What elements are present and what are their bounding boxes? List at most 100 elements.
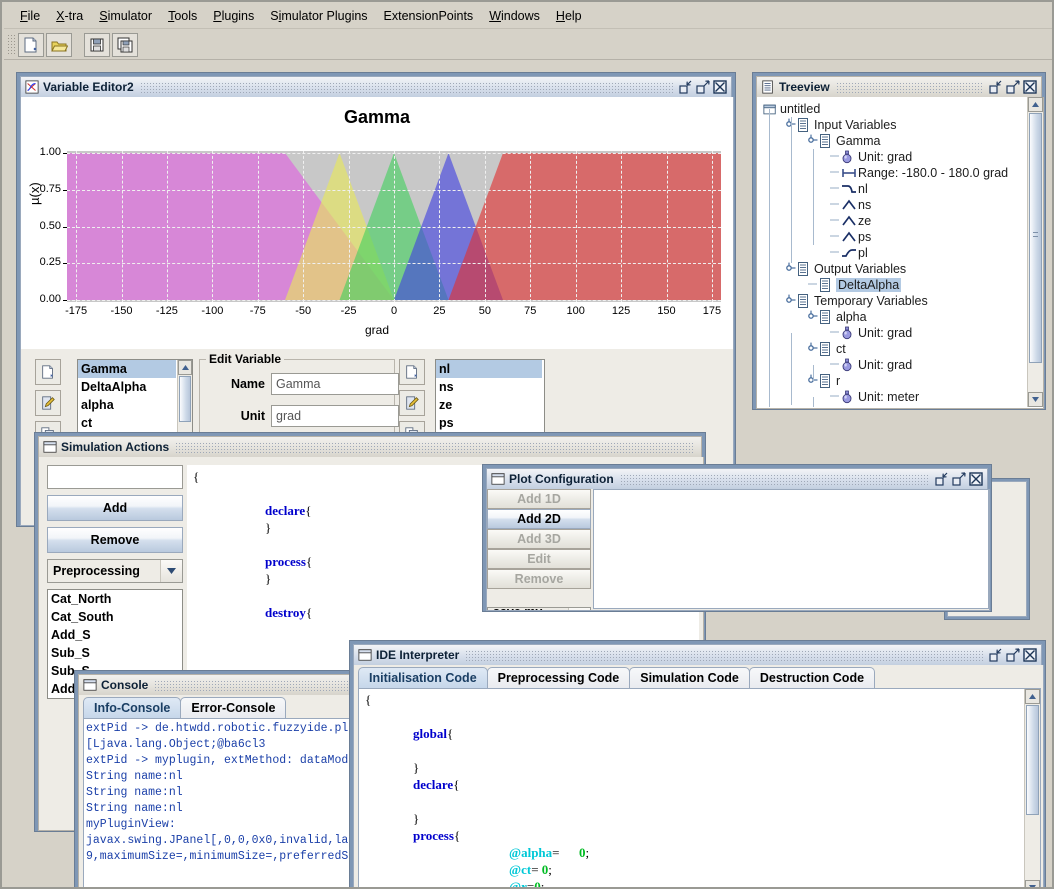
edit-term-button[interactable] xyxy=(399,390,425,416)
maximize-icon[interactable] xyxy=(952,472,966,486)
scroll-down-icon[interactable] xyxy=(1025,880,1040,887)
ide-code-editor[interactable]: { global{ } declare{ } process{@alpha= 0; @… xyxy=(358,688,1041,887)
tree-node-pl[interactable]: pl xyxy=(829,245,868,261)
plot-list-area[interactable] xyxy=(593,489,989,609)
window-plot-configuration[interactable]: Plot Configuration Add 1D Add 2D Add 3D … xyxy=(482,464,992,612)
tree-node-ps[interactable]: ps xyxy=(829,229,871,245)
tree-expand-handle[interactable] xyxy=(829,358,841,373)
tree-node-untitled[interactable]: untitled xyxy=(763,101,820,117)
tree-node-unit-grad[interactable]: Unit: grad xyxy=(829,325,912,341)
sim-action-item[interactable]: Add_S xyxy=(48,626,182,644)
scrollbar-thumb[interactable] xyxy=(179,376,191,422)
plot-preset-combo[interactable]: save my cpu xyxy=(487,605,591,610)
console-titlebar[interactable]: Console xyxy=(78,674,370,695)
close-icon[interactable] xyxy=(1023,648,1037,662)
tree-expand-handle[interactable] xyxy=(829,166,841,181)
simulation-actions-titlebar[interactable]: Simulation Actions xyxy=(38,436,702,457)
menu-extensionpoints[interactable]: ExtensionPoints xyxy=(376,6,482,26)
menu-plugins[interactable]: Plugins xyxy=(205,6,262,26)
new-variable-button[interactable] xyxy=(35,359,61,385)
add-action-button[interactable]: Add xyxy=(47,495,183,521)
variable-list-item[interactable]: alpha xyxy=(78,396,176,414)
action-name-input[interactable] xyxy=(47,465,183,489)
treeview-titlebar[interactable]: Treeview xyxy=(756,76,1042,97)
chevron-down-icon[interactable] xyxy=(568,608,590,610)
sim-action-item[interactable]: Cat_South xyxy=(48,608,182,626)
tree-expand-handle[interactable] xyxy=(829,198,841,213)
new-term-button[interactable] xyxy=(399,359,425,385)
tree-node-input-variables[interactable]: Input Variables xyxy=(785,117,896,133)
console-tab-info-console[interactable]: Info-Console xyxy=(83,697,182,718)
minimize-icon[interactable] xyxy=(989,648,1003,662)
tree-expand-handle[interactable] xyxy=(829,326,841,341)
sim-action-item[interactable]: Sub_S xyxy=(48,644,182,662)
tree-node-gamma[interactable]: Gamma xyxy=(807,133,880,149)
tree-expand-handle[interactable] xyxy=(829,214,841,229)
tree-scrollbar[interactable] xyxy=(1027,97,1043,407)
close-icon[interactable] xyxy=(1023,80,1037,94)
console-output[interactable]: extPid -> de.htwdd.robotic.fuzzyide.pl [L… xyxy=(83,718,367,887)
edit-variable-button[interactable] xyxy=(35,390,61,416)
tree-expand-handle[interactable] xyxy=(807,342,819,357)
tree-node-temporary-variables[interactable]: Temporary Variables xyxy=(785,293,928,309)
tree-node-alpha[interactable]: alpha xyxy=(807,309,867,325)
minimize-icon[interactable] xyxy=(935,472,949,486)
tree-node-unit-grad[interactable]: Unit: grad xyxy=(829,357,912,373)
tree-node-unit-meter[interactable]: Unit: meter xyxy=(829,389,919,405)
term-list-item[interactable]: ps xyxy=(436,414,542,432)
scrollbar-thumb[interactable] xyxy=(1029,113,1042,363)
tree-node-range-180-0-180-0-grad[interactable]: Range: -180.0 - 180.0 grad xyxy=(829,165,1008,181)
variable-list-item[interactable]: Gamma xyxy=(78,360,176,378)
minimize-icon[interactable] xyxy=(989,80,1003,94)
maximize-icon[interactable] xyxy=(1006,648,1020,662)
tree-node-ns[interactable]: ns xyxy=(829,197,871,213)
variable-list-item[interactable]: DeltaAlpha xyxy=(78,378,176,396)
close-icon[interactable] xyxy=(713,80,727,94)
ide-tab-initialisation-code[interactable]: Initialisation Code xyxy=(358,667,488,688)
ide-code-scrollbar[interactable] xyxy=(1024,689,1040,887)
menu-file[interactable]: File xyxy=(12,6,48,26)
menu-help[interactable]: Help xyxy=(548,6,590,26)
window-console[interactable]: Console Info-Console Error-Console extPid… xyxy=(74,670,374,887)
tree-expand-handle[interactable] xyxy=(785,294,797,309)
term-list-item[interactable]: nl xyxy=(436,360,542,378)
menu-x-tra[interactable]: X-tra xyxy=(48,6,91,26)
tree-expand-handle[interactable] xyxy=(829,182,841,197)
tree-scroll-pane[interactable]: untitled Input Variables Gamma Unit: grad Ra… xyxy=(757,97,1027,407)
menu-simulator[interactable]: Simulator xyxy=(91,6,160,26)
tree-node-ct[interactable]: ct xyxy=(807,341,846,357)
tree-expand-handle[interactable] xyxy=(807,134,819,149)
scroll-up-icon[interactable] xyxy=(1028,97,1043,112)
close-icon[interactable] xyxy=(969,472,983,486)
console-tab-error-console[interactable]: Error-Console xyxy=(180,697,287,718)
field-input-unit[interactable] xyxy=(271,405,399,427)
variable-list-item[interactable]: ct xyxy=(78,414,176,432)
menu-simulator-plugins[interactable]: Simulator Plugins xyxy=(262,6,375,26)
minimize-icon[interactable] xyxy=(679,80,693,94)
action-type-combo[interactable]: Preprocessing xyxy=(47,559,183,583)
tree-node-output-variables[interactable]: Output Variables xyxy=(785,261,906,277)
chevron-down-icon[interactable] xyxy=(160,560,182,582)
ide-interpreter-titlebar[interactable]: IDE Interpreter xyxy=(353,644,1042,665)
menu-windows[interactable]: Windows xyxy=(481,6,548,26)
tree-node-r[interactable]: r xyxy=(807,373,840,389)
sim-action-item[interactable]: Cat_North xyxy=(48,590,182,608)
tree-expand-handle[interactable] xyxy=(829,246,841,261)
tree-node-ze[interactable]: ze xyxy=(829,213,871,229)
field-input-name[interactable] xyxy=(271,373,399,395)
tree-expand-handle[interactable] xyxy=(829,150,841,165)
variable-editor-titlebar[interactable]: Variable Editor2 xyxy=(20,76,732,97)
tree-expand-handle[interactable] xyxy=(829,230,841,245)
tree-expand-handle[interactable] xyxy=(807,310,819,325)
save-button[interactable] xyxy=(84,32,110,57)
scrollbar-thumb[interactable] xyxy=(1026,705,1039,815)
tree-node-deltaalpha[interactable]: DeltaAlpha xyxy=(807,277,902,293)
tree-expand-handle[interactable] xyxy=(807,278,819,293)
toolbar-grip[interactable] xyxy=(7,33,15,56)
term-list-item[interactable]: ns xyxy=(436,378,542,396)
tree-expand-handle[interactable] xyxy=(829,390,841,405)
remove-action-button[interactable]: Remove xyxy=(47,527,183,553)
save-all-button[interactable] xyxy=(112,32,138,57)
plot-configuration-titlebar[interactable]: Plot Configuration xyxy=(486,468,988,489)
open-folder-button[interactable] xyxy=(46,32,72,57)
